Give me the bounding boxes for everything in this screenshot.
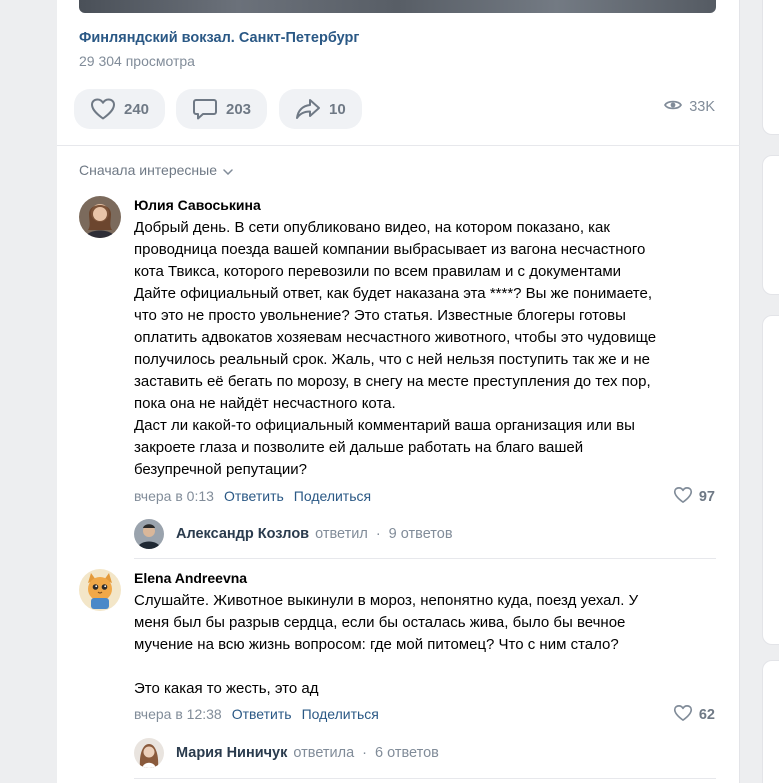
- comment-button[interactable]: 203: [176, 89, 268, 129]
- like-count: 240: [124, 100, 150, 118]
- comment-meta: вчера в 12:38 Ответить Поделиться: [134, 706, 379, 722]
- like-button[interactable]: 240: [74, 89, 166, 129]
- share-count: 10: [329, 100, 346, 118]
- reply-avatar[interactable]: [134, 519, 164, 549]
- side-card-middle-2: [762, 315, 779, 645]
- comment-text: Добрый день. В сети опубликовано видео, …: [134, 219, 657, 478]
- comment-meta: вчера в 0:13 Ответить Поделиться: [134, 488, 371, 504]
- reply-preview[interactable]: Александр Козлов ответил · 9 ответов: [176, 526, 453, 542]
- comment-icon: [192, 97, 218, 121]
- reply-button[interactable]: Ответить: [224, 488, 284, 504]
- side-card-bottom: [762, 660, 779, 783]
- reply-author[interactable]: Александр Козлов: [176, 526, 309, 542]
- actions-divider: [57, 145, 740, 146]
- comment-like-count: 97: [698, 489, 715, 505]
- share-comment-button[interactable]: Поделиться: [302, 706, 379, 722]
- side-card-middle-1: [762, 155, 779, 295]
- comment-time[interactable]: вчера в 12:38: [134, 706, 222, 722]
- comment-like-button[interactable]: 97: [673, 486, 715, 508]
- avatar[interactable]: [79, 569, 121, 611]
- share-button[interactable]: 10: [279, 89, 362, 129]
- views-counter: 33K: [664, 98, 715, 116]
- comment-count: 203: [226, 100, 252, 118]
- post-card: Финляндский вокзал. Санкт-Петербург 29 3…: [57, 0, 740, 783]
- reply-preview[interactable]: Мария Ниничук ответила · 6 ответов: [176, 745, 439, 761]
- video-views: 29 304 просмотра: [79, 53, 195, 69]
- comment-time[interactable]: вчера в 0:13: [134, 488, 214, 504]
- side-card-top: [762, 0, 779, 135]
- comment-like-count: 62: [698, 707, 715, 723]
- comment-text: Слушайте. Животное выкинули в мороз, неп…: [134, 592, 639, 697]
- views-total-value: 33K: [689, 99, 715, 115]
- share-comment-button[interactable]: Поделиться: [294, 488, 371, 504]
- reply-button[interactable]: Ответить: [232, 706, 292, 722]
- reply-avatar[interactable]: [134, 738, 164, 768]
- reply-separator: ·: [362, 745, 368, 761]
- sort-label: Сначала интересные: [79, 162, 217, 178]
- video-title[interactable]: Финляндский вокзал. Санкт-Петербург: [79, 30, 359, 46]
- reply-author[interactable]: Мария Ниничук: [176, 745, 287, 761]
- comment-separator: [134, 558, 716, 559]
- reply-count[interactable]: 9 ответов: [389, 526, 453, 542]
- reply-count[interactable]: 6 ответов: [375, 745, 439, 761]
- heart-icon: [673, 486, 693, 508]
- comment-like-button[interactable]: 62: [673, 704, 715, 726]
- comment-author[interactable]: Юлия Савоськина: [134, 197, 261, 213]
- video-thumbnail[interactable]: [79, 0, 716, 13]
- chevron-down-icon: [223, 162, 233, 178]
- comment-author[interactable]: Elena Andreevna: [134, 570, 247, 586]
- reply-verb: ответила: [293, 745, 355, 761]
- eye-icon: [664, 98, 683, 116]
- comment-separator: [134, 778, 716, 779]
- heart-icon: [90, 97, 116, 121]
- share-icon: [295, 97, 321, 121]
- reply-verb: ответил: [315, 526, 368, 542]
- reply-separator: ·: [375, 526, 381, 542]
- avatar[interactable]: [79, 196, 121, 238]
- comments-sort-dropdown[interactable]: Сначала интересные: [79, 162, 233, 178]
- heart-icon: [673, 704, 693, 726]
